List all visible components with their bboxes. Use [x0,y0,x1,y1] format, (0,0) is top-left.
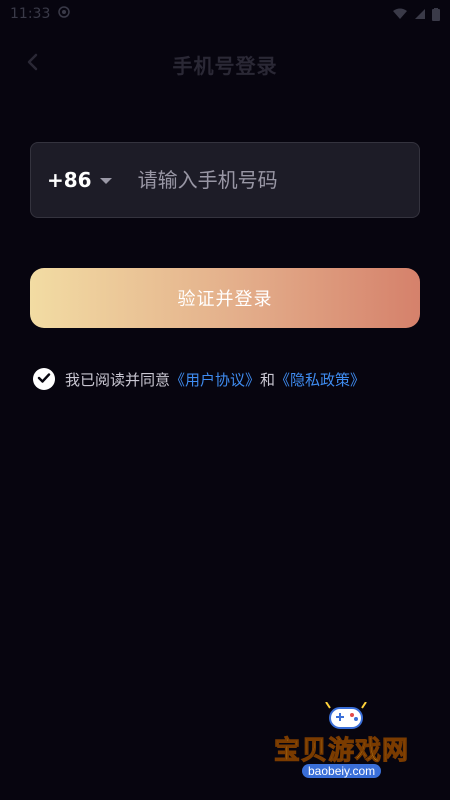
user-agreement-link[interactable]: 《用户协议》 [170,369,260,390]
header: 手机号登录 [0,40,450,88]
country-code-label: +86 [47,168,92,192]
checkmark-icon [37,370,51,388]
status-time: 11:33 [10,6,51,22]
agreement-conjunction: 和 [260,370,276,389]
chevron-left-icon [26,53,38,75]
page-title: 手机号登录 [172,53,278,78]
agreement-row: 我已阅读并同意 《用户协议》 和 《隐私政策》 [33,366,365,392]
country-code-selector[interactable]: +86 [47,143,112,217]
phone-number-input[interactable] [137,143,419,217]
back-button[interactable] [18,50,46,78]
watermark-url: baobeiy.com [302,764,382,778]
verify-login-button[interactable]: 验证并登录 [30,268,420,328]
privacy-policy-link[interactable]: 《隐私政策》 [275,369,365,390]
watermark: 宝贝游戏网 baobeiy.com [262,700,432,790]
status-left: 11:33 [10,6,71,22]
status-right [392,7,440,21]
agreement-prefix: 我已阅读并同意 [65,370,171,389]
verify-login-button-label: 验证并登录 [177,289,273,309]
signal-icon [414,8,426,20]
status-bar: 11:33 [0,0,450,28]
agreement-checkbox[interactable] [33,368,55,390]
watermark-title: 宝贝游戏网 [273,736,410,767]
battery-icon [432,7,440,21]
notification-icon [58,6,71,22]
phone-input-box: +86 [30,142,420,218]
wifi-icon [392,8,408,20]
chevron-down-icon [99,178,112,184]
